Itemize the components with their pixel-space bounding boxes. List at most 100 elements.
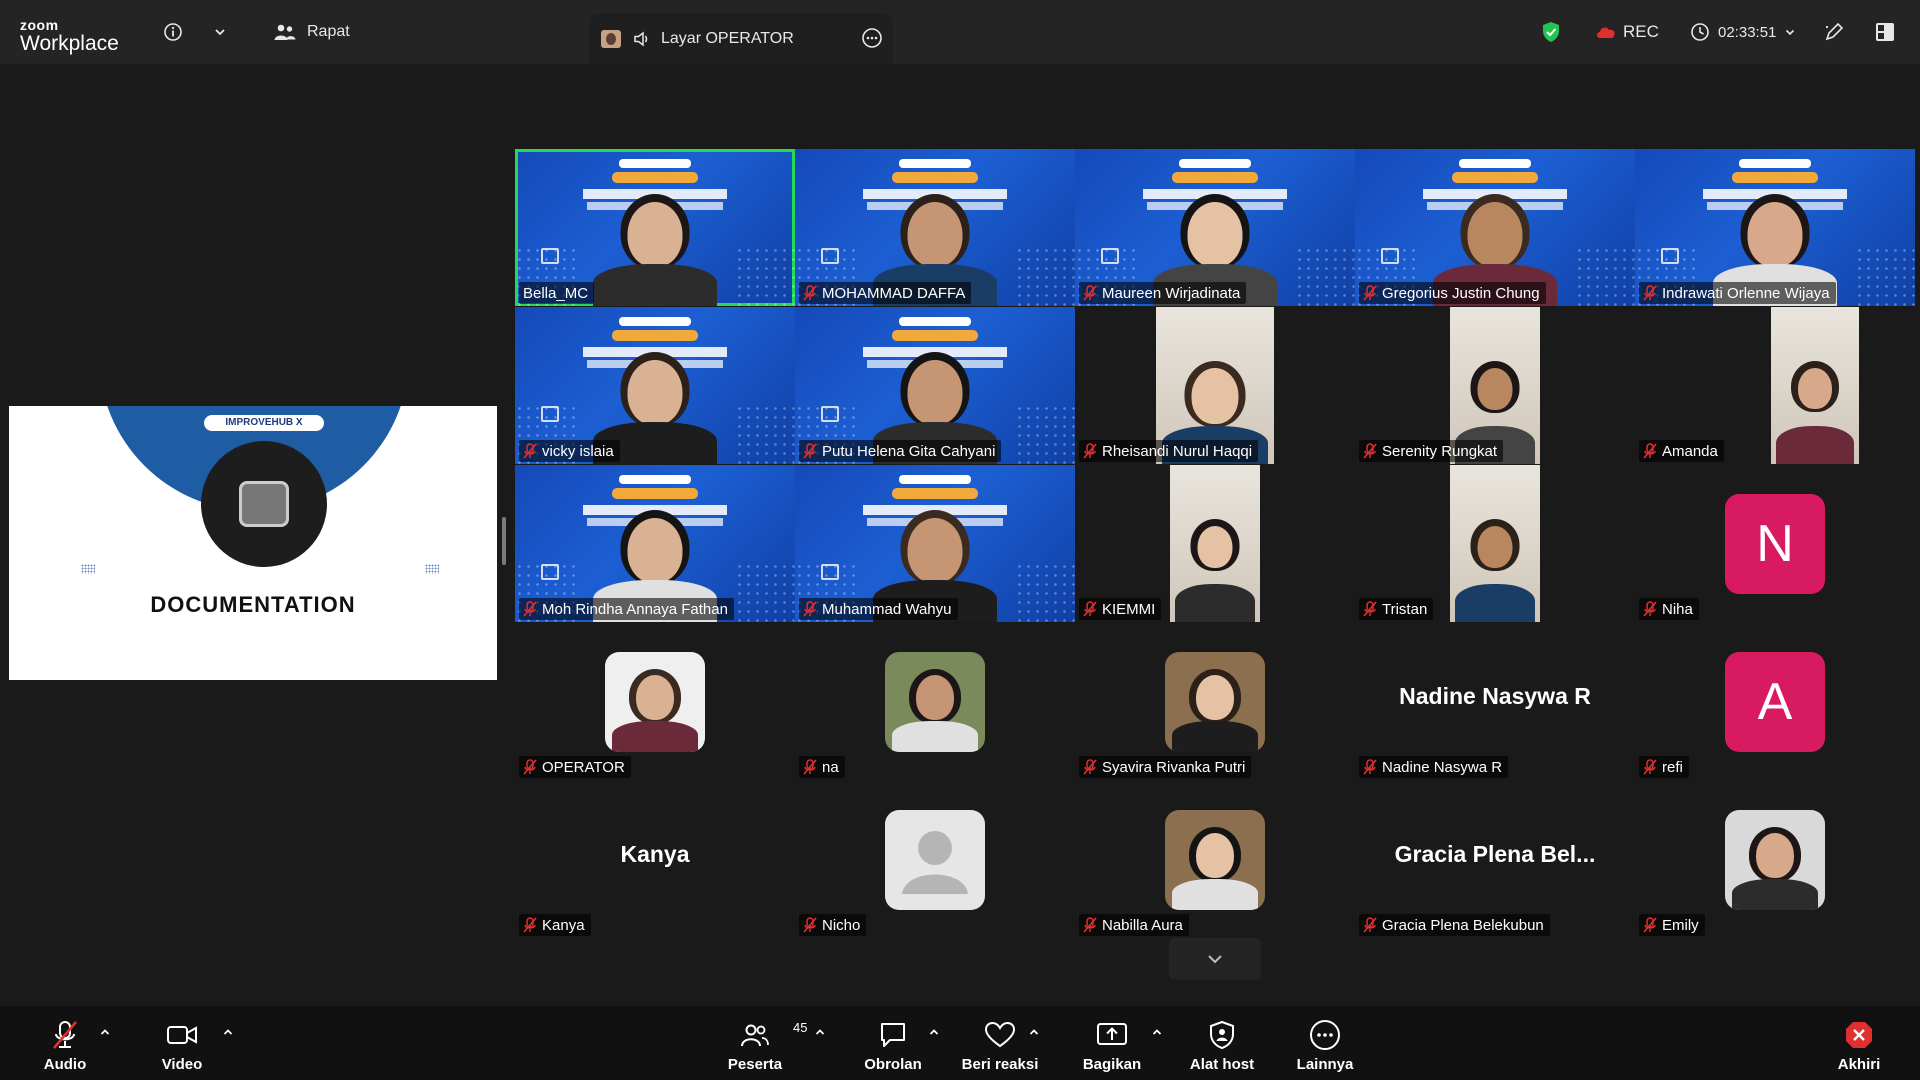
recording-indicator[interactable]: REC xyxy=(1595,0,1659,64)
participant-tile[interactable]: Gracia Plena Bel... Gracia Plena Belekubu… xyxy=(1355,781,1635,938)
participant-tile[interactable]: Putu Helena Gita Cahyani xyxy=(795,307,1075,464)
participant-tile[interactable]: Gregorius Justin Chung xyxy=(1355,149,1635,306)
participant-tile[interactable]: Maureen Wirjadinata xyxy=(1075,149,1355,306)
participant-video-feed xyxy=(1170,814,1260,910)
participant-tile[interactable]: vicky islaia xyxy=(515,307,795,464)
participants-options-chevron-up-icon[interactable] xyxy=(814,1026,826,1038)
qr-code-icon xyxy=(821,406,839,422)
share-brand-text: IMPROVEHUB X xyxy=(204,415,324,431)
microphone-muted-icon xyxy=(803,917,817,933)
participant-name: Syavira Rivanka Putri xyxy=(1102,758,1246,776)
panel-resize-handle[interactable] xyxy=(502,517,506,565)
microphone-muted-icon xyxy=(803,759,817,775)
microphone-muted-icon xyxy=(1643,601,1657,617)
participant-name: MOHAMMAD DAFFA xyxy=(822,284,966,302)
share-label: Layar OPERATOR xyxy=(661,29,794,47)
host-tools-label: Alat host xyxy=(1189,1056,1255,1073)
avatar xyxy=(1725,810,1825,910)
participant-name: Amanda xyxy=(1662,442,1718,460)
participant-name: Kanya xyxy=(542,916,585,934)
participant-tile[interactable]: Moh Rindha Annaya Fathan xyxy=(515,465,795,622)
view-layout-icon[interactable] xyxy=(1875,0,1895,64)
participant-tile[interactable]: N Niha xyxy=(1635,465,1915,622)
participant-name-tag: Amanda xyxy=(1639,440,1724,462)
participant-tile[interactable]: Syavira Rivanka Putri xyxy=(1075,623,1355,780)
share-screen-label: Bagikan xyxy=(1082,1056,1142,1073)
default-user-icon xyxy=(902,831,968,894)
participant-name: Rheisandi Nurul Haqqi xyxy=(1102,442,1253,460)
video-button[interactable]: Video xyxy=(155,1006,209,1080)
participant-tile[interactable]: Amanda xyxy=(1635,307,1915,464)
participant-tile[interactable]: OPERATOR xyxy=(515,623,795,780)
next-page-button[interactable] xyxy=(1169,938,1261,980)
encryption-shield-icon[interactable] xyxy=(1541,0,1561,64)
microphone-muted-icon xyxy=(1363,601,1377,617)
participant-tile[interactable]: MOHAMMAD DAFFA xyxy=(795,149,1075,306)
chat-options-chevron-up-icon[interactable] xyxy=(928,1026,940,1038)
participant-tile[interactable]: Kanya Kanya xyxy=(515,781,795,938)
participant-tile[interactable]: Emily xyxy=(1635,781,1915,938)
participant-tile[interactable]: Arefi xyxy=(1635,623,1915,780)
share-options-chevron-up-icon[interactable] xyxy=(1151,1026,1163,1038)
react-options-chevron-up-icon[interactable] xyxy=(1028,1026,1040,1038)
share-screen-button[interactable]: Bagikan xyxy=(1080,1006,1144,1080)
participant-name-tag: Maureen Wirjadinata xyxy=(1079,282,1247,304)
shield-icon xyxy=(1210,1020,1234,1050)
more-options-icon[interactable] xyxy=(861,27,883,49)
annotate-icon[interactable] xyxy=(1823,0,1845,64)
shared-screen-thumbnail[interactable]: IMPROVEHUB X DOCUMENTATION xyxy=(9,406,497,680)
participant-name-tag: Tristan xyxy=(1359,598,1434,620)
participant-name-tag: Muhammad Wahyu xyxy=(799,598,958,620)
participant-tile[interactable]: na xyxy=(795,623,1075,780)
participant-tile[interactable]: Nadine Nasywa R Nadine Nasywa R xyxy=(1355,623,1635,780)
participant-tile[interactable]: Bella_MC xyxy=(515,149,795,306)
camera-photo xyxy=(201,441,327,567)
microphone-muted-icon xyxy=(1363,285,1377,301)
participant-tile[interactable]: Serenity Rungkat xyxy=(1355,307,1635,464)
participant-name: Serenity Rungkat xyxy=(1382,442,1498,460)
microphone-muted-icon xyxy=(1083,443,1097,459)
video-camera-icon xyxy=(167,1026,197,1044)
participant-tile[interactable]: Muhammad Wahyu xyxy=(795,465,1075,622)
clock-icon xyxy=(1691,23,1709,41)
avatar-initial: A xyxy=(1757,673,1793,731)
meeting-button[interactable]: Rapat xyxy=(273,0,350,64)
end-meeting-button[interactable]: Akhiri xyxy=(1831,1006,1887,1080)
microphone-muted-icon xyxy=(523,443,537,459)
bottom-toolbar: Audio Video 45 Peserta Obrolan Beri reak… xyxy=(0,1006,1920,1080)
participant-name-tag: MOHAMMAD DAFFA xyxy=(799,282,972,304)
meeting-info-icon[interactable] xyxy=(163,0,183,64)
chat-button[interactable]: Obrolan xyxy=(862,1006,924,1080)
participant-name-tag: Emily xyxy=(1639,914,1705,936)
participant-name: Bella_MC xyxy=(523,284,589,302)
video-options-chevron-up-icon[interactable] xyxy=(222,1026,234,1038)
participant-name: Moh Rindha Annaya Fathan xyxy=(542,600,728,618)
participant-tile[interactable]: Rheisandi Nurul Haqqi xyxy=(1075,307,1355,464)
participant-tile[interactable]: Indrawati Orlenne Wijaya xyxy=(1635,149,1915,306)
participant-name: Indrawati Orlenne Wijaya xyxy=(1662,284,1830,302)
share-tab[interactable]: Layar OPERATOR xyxy=(589,13,893,64)
react-button[interactable]: Beri reaksi xyxy=(962,1006,1038,1080)
microphone-muted-icon xyxy=(803,601,817,617)
meeting-timer[interactable]: 02:33:51 xyxy=(1690,0,1796,64)
participant-name-tag: OPERATOR xyxy=(519,756,631,778)
participant-video-feed xyxy=(1170,465,1260,622)
qr-code-icon xyxy=(821,248,839,264)
participant-name: Putu Helena Gita Cahyani xyxy=(822,442,996,460)
chat-label: Obrolan xyxy=(864,1056,922,1073)
participant-tile[interactable]: Nabilla Aura xyxy=(1075,781,1355,938)
share-screen-icon xyxy=(1097,1023,1127,1045)
more-label: Lainnya xyxy=(1296,1056,1354,1073)
participant-tile[interactable]: Nicho xyxy=(795,781,1075,938)
participant-tile[interactable]: KIEMMI xyxy=(1075,465,1355,622)
audio-button[interactable]: Audio xyxy=(38,1006,92,1080)
participant-tile[interactable]: Tristan xyxy=(1355,465,1635,622)
host-tools-button[interactable]: Alat host xyxy=(1188,1006,1256,1080)
audio-options-chevron-up-icon[interactable] xyxy=(99,1026,111,1038)
participants-button[interactable]: 45 Peserta xyxy=(723,1006,808,1080)
logo-big-text: Workplace xyxy=(20,32,119,55)
participant-name-tag: Nabilla Aura xyxy=(1079,914,1189,936)
more-button[interactable]: Lainnya xyxy=(1292,1006,1358,1080)
participant-video-feed xyxy=(1453,502,1537,622)
meeting-menu-chevron-icon[interactable] xyxy=(213,0,227,64)
